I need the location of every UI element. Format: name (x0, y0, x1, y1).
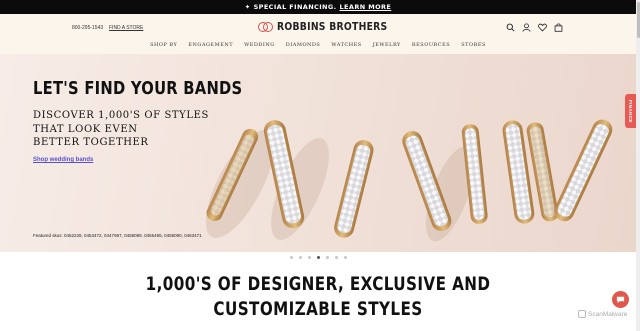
carousel-dot[interactable] (307, 256, 311, 259)
heart-icon[interactable] (538, 23, 547, 32)
scanmalware-watermark: ScanMalware (578, 310, 627, 318)
hero-banner: LET'S FIND YOUR BANDS DISCOVER 1,000'S O… (0, 54, 636, 252)
hero-subtitle-line: DISCOVER 1,000'S OF STYLES (33, 110, 209, 121)
nav-wedding[interactable]: WEDDING (244, 42, 275, 48)
scrollbar[interactable] (636, 0, 640, 331)
section-title-line: 1,000'S OF DESIGNER, EXCLUSIVE AND (145, 273, 491, 295)
carousel-dot[interactable] (289, 256, 293, 259)
sparkle-icon: ✦ (244, 3, 251, 11)
featured-skus: Featured skus: 0452228, 0453472, 0447967… (33, 233, 202, 238)
carousel-dot[interactable] (343, 256, 347, 259)
nav-diamonds[interactable]: DIAMONDS (286, 42, 321, 48)
bag-icon[interactable] (554, 23, 563, 32)
nav-watches[interactable]: WATCHES (331, 42, 361, 48)
section-title-line: CUSTOMIZABLE STYLES (213, 298, 423, 320)
carousel-dot-active[interactable] (316, 256, 320, 259)
finance-tab[interactable]: FINANCE (625, 94, 636, 128)
shop-wedding-bands-link[interactable]: Shop wedding bands (33, 157, 93, 163)
carousel-dot[interactable] (298, 256, 302, 259)
nav-jewelry[interactable]: JEWELRY (373, 42, 401, 48)
promo-text: SPECIAL FINANCING. (253, 3, 337, 11)
hero-subtitle: DISCOVER 1,000'S OF STYLES THAT LOOK EVE… (33, 109, 209, 150)
scrollbar-thumb[interactable] (636, 2, 640, 38)
carousel-dot[interactable] (334, 256, 338, 259)
nav-engagement[interactable]: ENGAGEMENT (188, 42, 233, 48)
main-nav: SHOP BY ENGAGEMENT WEDDING DIAMONDS WATC… (0, 42, 636, 48)
find-store-link[interactable]: FIND A STORE (109, 25, 143, 31)
nav-stores[interactable]: STORES (461, 42, 486, 48)
logo-text: ROBBINS BROTHERS (277, 21, 388, 33)
chat-button[interactable] (612, 291, 629, 308)
logo-rings-icon (258, 21, 273, 33)
promo-banner: ✦ SPECIAL FINANCING. LEARN MORE (0, 0, 636, 14)
chat-icon (616, 296, 625, 304)
section-title: 1,000'S OF DESIGNER, EXCLUSIVE AND CUSTO… (64, 272, 573, 322)
carousel-dot[interactable] (325, 256, 329, 259)
phone-number[interactable]: 800-295-1543 (72, 25, 103, 31)
account-icon[interactable] (522, 23, 531, 32)
carousel-dots (0, 256, 636, 259)
watermark-text: ScanMalware (588, 310, 628, 318)
site-header: 800-295-1543 FIND A STORE ROBBINS BROTHE… (0, 14, 636, 54)
logo[interactable]: ROBBINS BROTHERS (258, 21, 403, 33)
nav-resources[interactable]: RESOURCES (412, 42, 450, 48)
hero-title: LET'S FIND YOUR BANDS (33, 78, 243, 99)
search-icon[interactable] (506, 23, 515, 32)
watermark-icon (578, 310, 586, 318)
wedding-bands-image (205, 119, 613, 242)
nav-shop-by[interactable]: SHOP BY (150, 42, 177, 48)
hero-subtitle-line: BETTER TOGETHER (33, 137, 149, 148)
hero-subtitle-line: THAT LOOK EVEN (33, 123, 138, 135)
learn-more-link[interactable]: LEARN MORE (340, 3, 392, 11)
